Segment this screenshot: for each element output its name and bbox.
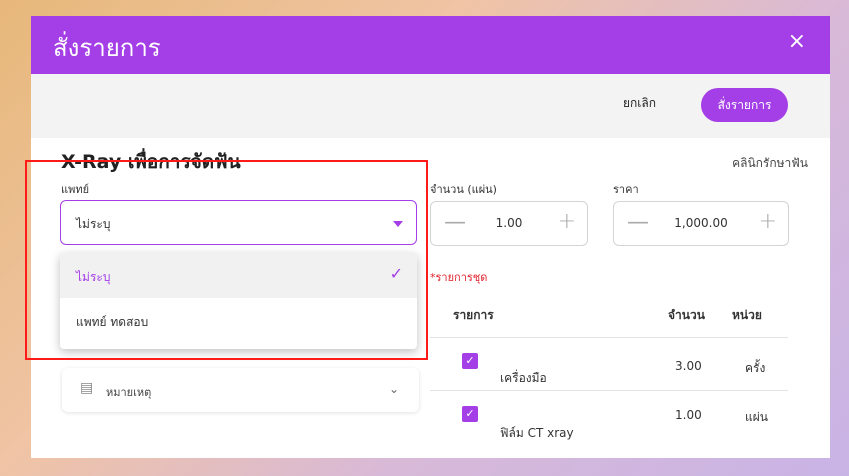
note-label: หมายเหตุ xyxy=(106,386,152,399)
row-checkbox[interactable]: ✓ xyxy=(462,406,478,422)
quantity-label: จำนวน (แผ่น) xyxy=(430,183,497,196)
clinic-label: คลินิกรักษาฟัน xyxy=(732,156,808,170)
row-item-unit: แผ่น xyxy=(745,410,768,424)
order-button[interactable]: สั่งรายการ xyxy=(701,88,788,122)
row-item-qty: 3.00 xyxy=(675,359,702,373)
price-stepper[interactable]: — 1,000.00 + xyxy=(613,201,789,246)
modal-toolbar: ยกเลิก สั่งรายการ xyxy=(31,74,830,138)
chevron-down-icon: ⌄ xyxy=(388,382,399,396)
row-item-qty: 1.00 xyxy=(675,408,702,422)
row-item-name: เครื่องมือ xyxy=(500,371,547,385)
col-header-unit: หน่วย xyxy=(732,308,762,322)
row-divider xyxy=(430,337,788,338)
row-checkbox[interactable]: ✓ xyxy=(462,353,478,369)
set-items-label: *รายการชุด xyxy=(430,271,488,284)
close-icon[interactable]: × xyxy=(788,31,806,53)
plus-icon[interactable]: + xyxy=(558,209,576,234)
quantity-stepper[interactable]: — 1.00 + xyxy=(430,201,588,246)
cancel-button[interactable]: ยกเลิก xyxy=(623,94,656,113)
modal-title: สั่งรายการ xyxy=(53,34,161,62)
highlight-box xyxy=(25,160,428,360)
modal-header: สั่งรายการ × xyxy=(31,16,830,74)
note-icon: ▤ xyxy=(80,380,94,396)
col-header-item: รายการ xyxy=(453,308,494,322)
row-divider xyxy=(430,390,788,391)
row-item-unit: ครั้ง xyxy=(745,361,766,375)
row-item-name: ฟิล์ม CT xray xyxy=(500,426,574,440)
note-accordion[interactable]: ▤ หมายเหตุ ⌄ xyxy=(62,368,419,412)
col-header-qty: จำนวน xyxy=(668,308,705,322)
plus-icon[interactable]: + xyxy=(759,209,777,234)
price-label: ราคา xyxy=(613,183,639,196)
